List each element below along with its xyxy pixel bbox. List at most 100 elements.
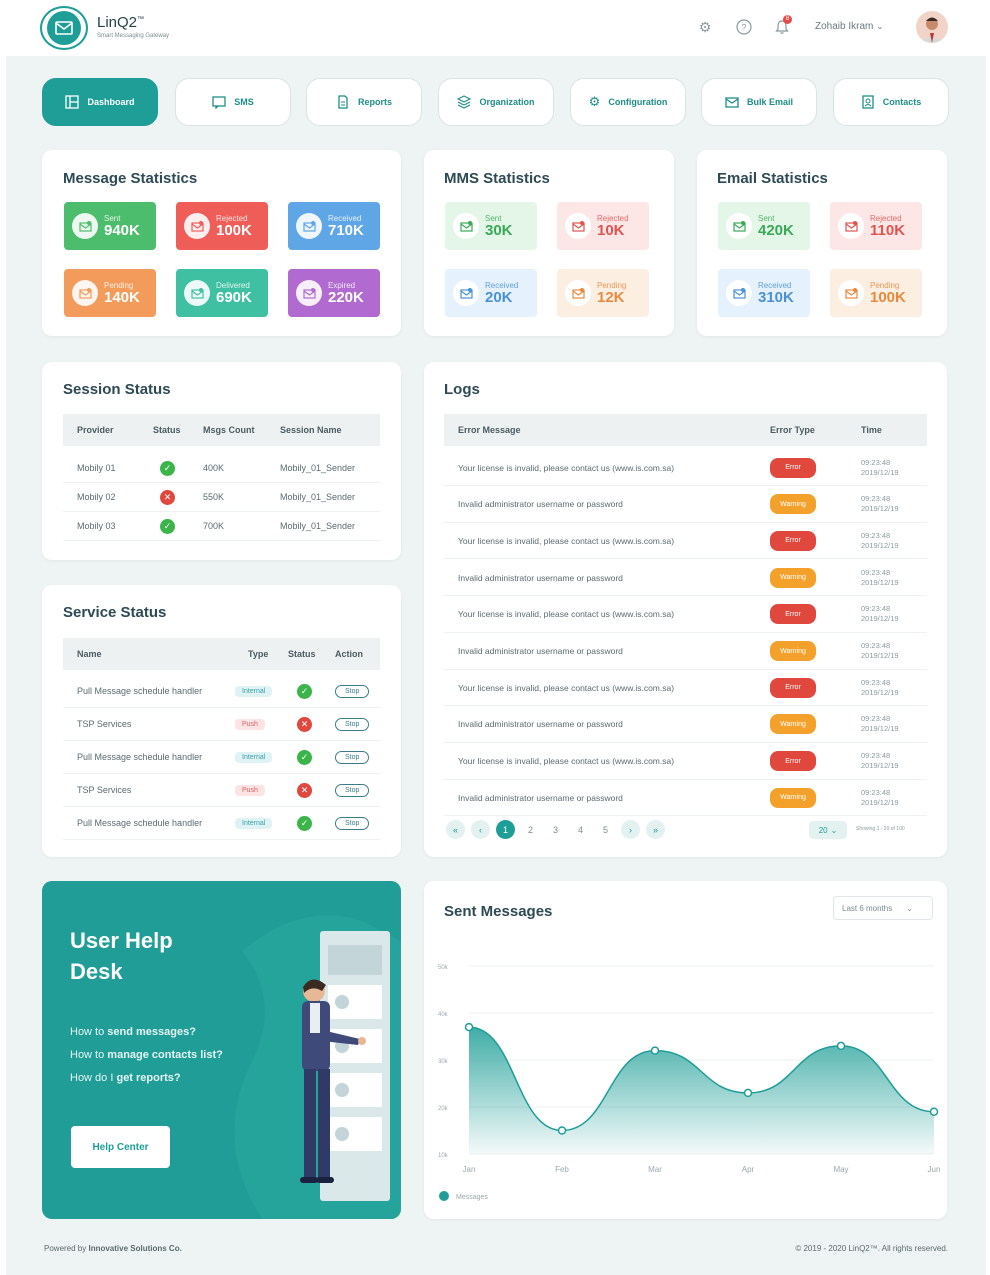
reports-icon bbox=[338, 95, 348, 109]
data-point-feb[interactable] bbox=[557, 1126, 567, 1135]
link-text-bold: send messages? bbox=[107, 1026, 196, 1038]
nav-label: Dashboard bbox=[87, 97, 135, 107]
stop-button[interactable]: Stop bbox=[335, 816, 370, 830]
error-type-badge: Error bbox=[770, 677, 816, 698]
column-header: Provider bbox=[77, 425, 114, 435]
stat-tile-rejected[interactable]: Rejected 100K bbox=[176, 202, 268, 250]
error-message-cell: Your license is invalid, please contact … bbox=[458, 462, 675, 473]
next-page-button[interactable]: › bbox=[621, 820, 640, 839]
stat-label: Expired bbox=[328, 280, 356, 290]
stat-label: Delivered bbox=[216, 280, 250, 290]
page-button-3[interactable]: 3 bbox=[546, 820, 565, 839]
data-point-apr[interactable] bbox=[743, 1088, 753, 1098]
stat-tile-sent[interactable]: Sent 420K bbox=[718, 202, 810, 250]
stat-tile-received[interactable]: Received 710K bbox=[288, 202, 380, 250]
message-icon bbox=[565, 280, 591, 306]
nav-contacts[interactable]: Contacts bbox=[833, 78, 949, 126]
settings-icon[interactable]: ⚙ bbox=[696, 18, 714, 36]
first-page-button[interactable]: « bbox=[446, 820, 465, 839]
nav-organization[interactable]: Organization bbox=[438, 78, 554, 126]
stat-tile-rejected[interactable]: Rejected 10K bbox=[557, 202, 649, 250]
last-page-button[interactable]: » bbox=[646, 820, 665, 839]
nav-bulk-email[interactable]: Bulk Email bbox=[701, 78, 817, 126]
stat-label: Pending bbox=[597, 280, 627, 290]
log-row: Invalid administrator username or passwo… bbox=[444, 560, 927, 597]
stop-button[interactable]: Stop bbox=[335, 684, 370, 698]
help-link-manage-contacts[interactable]: How to manage contacts list? bbox=[70, 1044, 223, 1067]
page-button-4[interactable]: 4 bbox=[571, 820, 590, 839]
stat-tile-rejected[interactable]: Rejected 110K bbox=[830, 202, 922, 250]
page-button-5[interactable]: 5 bbox=[596, 820, 615, 839]
help-link-get-reports[interactable]: How do I get reports? bbox=[70, 1067, 223, 1090]
stop-button[interactable]: Stop bbox=[335, 783, 370, 797]
count-cell: 550K bbox=[203, 492, 225, 502]
nav-dashboard[interactable]: Dashboard bbox=[42, 78, 158, 126]
time-value: 09:23:48 bbox=[861, 641, 891, 650]
error-message-cell: Invalid administrator username or passwo… bbox=[458, 499, 623, 510]
avatar[interactable] bbox=[916, 11, 948, 43]
session-cell: Mobily_01_Sender bbox=[280, 521, 356, 531]
table-header: Error Message Error Type Time bbox=[444, 414, 927, 446]
notification-badge: 8 bbox=[783, 15, 792, 24]
error-type-badge: Warning bbox=[770, 641, 816, 661]
stop-button[interactable]: Stop bbox=[335, 750, 370, 764]
stat-tile-received[interactable]: Received 20K bbox=[445, 269, 537, 317]
message-icon bbox=[72, 213, 98, 239]
nav-configuration[interactable]: ⚙ Configuration bbox=[570, 78, 686, 126]
stat-tile-pending[interactable]: Pending 100K bbox=[830, 269, 922, 317]
stat-text: Rejected 110K bbox=[870, 214, 905, 239]
app-logo[interactable] bbox=[40, 6, 88, 50]
page-button-1[interactable]: 1 bbox=[496, 820, 515, 839]
card-title: Email Statistics bbox=[717, 170, 828, 187]
stat-tile-sent[interactable]: Sent 30K bbox=[445, 202, 537, 250]
stat-tile-pending[interactable]: Pending 140K bbox=[64, 269, 156, 317]
type-badge: Internal bbox=[235, 817, 273, 829]
svg-text:?: ? bbox=[741, 23, 746, 33]
help-icon[interactable]: ? bbox=[735, 18, 753, 36]
log-row: Invalid administrator username or passwo… bbox=[444, 634, 927, 670]
stat-tile-pending[interactable]: Pending 12K bbox=[557, 269, 649, 317]
error-type-badge: Warning bbox=[770, 494, 816, 515]
stat-label: Sent bbox=[485, 213, 502, 223]
time-value: 09:23:48 bbox=[861, 494, 891, 504]
session-status-card: Session Status Provider Status Msgs Coun… bbox=[42, 362, 401, 560]
data-point-mar[interactable] bbox=[650, 1046, 660, 1055]
x-tick-label: Apr bbox=[742, 1165, 755, 1174]
nav-sms[interactable]: SMS bbox=[175, 78, 291, 126]
stat-tile-expired[interactable]: Expired 220K bbox=[288, 269, 380, 317]
data-point-may[interactable] bbox=[836, 1041, 846, 1051]
footer-copyright: © 2019 - 2020 LinQ2™. All rights reserve… bbox=[795, 1244, 948, 1253]
help-link-send-messages[interactable]: How to send messages? bbox=[70, 1021, 223, 1044]
help-center-button[interactable]: Help Center bbox=[71, 1126, 170, 1168]
stat-text: Received 710K bbox=[328, 214, 364, 239]
prev-page-button[interactable]: ‹ bbox=[471, 820, 490, 839]
nav-reports[interactable]: Reports bbox=[306, 78, 422, 126]
date-value: 2019/12/19 bbox=[861, 761, 899, 771]
stat-text: Sent 30K bbox=[485, 214, 513, 239]
bell-icon[interactable]: 8 bbox=[773, 15, 792, 36]
stat-tile-delivered[interactable]: Delivered 690K bbox=[176, 269, 268, 317]
time-value: 09:23:48 bbox=[861, 787, 891, 797]
date-value: 2019/12/19 bbox=[861, 614, 899, 624]
stat-tile-sent[interactable]: Sent 940K bbox=[64, 202, 156, 250]
service-name-cell: TSP Services bbox=[77, 719, 132, 729]
stop-button[interactable]: Stop bbox=[335, 717, 370, 731]
sent-messages-card: Sent Messages Last 6 months ⌄ 10k 20k 30k 40… bbox=[424, 881, 947, 1219]
data-point-jan[interactable] bbox=[464, 1022, 474, 1032]
stat-tile-received[interactable]: Received 310K bbox=[718, 269, 810, 317]
data-point-jun[interactable] bbox=[929, 1107, 939, 1116]
time-cell: 09:23:48 2019/12/19 bbox=[861, 604, 899, 624]
column-header: Msgs Count bbox=[203, 425, 255, 435]
column-header: Session Name bbox=[280, 425, 342, 435]
session-cell: Mobily_01_Sender bbox=[280, 463, 356, 473]
x-tick-label: May bbox=[833, 1165, 848, 1174]
error-message-cell: Your license is invalid, please contact … bbox=[458, 756, 675, 767]
page-button-2[interactable]: 2 bbox=[521, 820, 540, 839]
link-text: How do I bbox=[70, 1072, 117, 1084]
user-menu[interactable]: Zohaib Ikram ⌄ bbox=[815, 21, 884, 32]
message-icon bbox=[838, 213, 864, 239]
stat-label: Rejected bbox=[870, 213, 902, 223]
page-size-select[interactable]: 20 ⌄ bbox=[809, 821, 847, 839]
stat-text: Rejected 10K bbox=[597, 214, 629, 239]
footer-company[interactable]: Innovative Solutions Co. bbox=[88, 1244, 181, 1253]
